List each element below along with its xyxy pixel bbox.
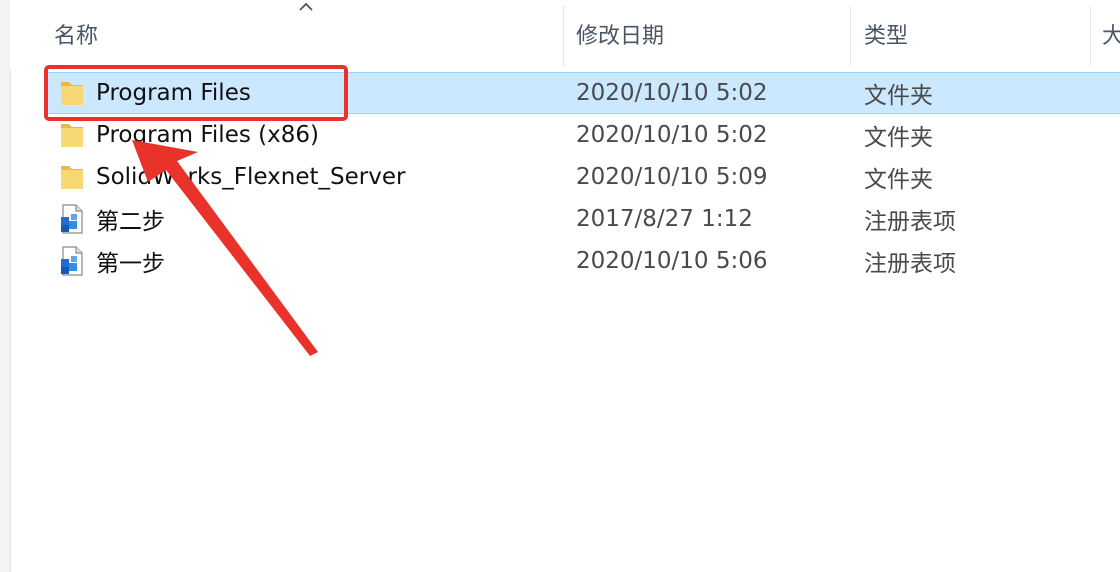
column-divider[interactable] [1090,6,1091,66]
folder-icon [61,124,83,147]
annotation-highlight-box [44,65,348,121]
file-type: 注册表项 [864,251,956,277]
file-date: 2020/10/10 5:02 [576,80,768,106]
column-header-date[interactable]: 修改日期 [576,18,664,50]
file-date: 2020/10/10 5:02 [576,122,768,148]
file-name: SolidWorks_Flexnet_Server [96,164,406,190]
sort-ascending-icon [299,2,313,11]
file-type: 注册表项 [864,209,956,235]
folder-icon [61,166,83,189]
file-row-solidworks-flexnet-server[interactable]: SolidWorks_Flexnet_Server 2020/10/10 5:0… [46,156,1120,198]
file-name: 第二步 [96,209,165,235]
file-row-step-two[interactable]: 第二步 2017/8/27 1:12 注册表项 [46,198,1120,240]
file-date: 2017/8/27 1:12 [576,206,753,232]
column-header-name[interactable]: 名称 [54,18,98,50]
file-type: 文件夹 [864,125,933,151]
file-type: 文件夹 [864,167,933,193]
column-divider[interactable] [850,6,851,66]
column-header-bar: 名称 修改日期 类型 大 [10,0,1120,70]
file-name: 第一步 [96,251,165,277]
column-header-size[interactable]: 大 [1102,18,1120,50]
file-type: 文件夹 [864,83,933,109]
registry-file-icon [61,204,83,234]
column-divider[interactable] [563,6,564,66]
column-header-type[interactable]: 类型 [864,18,908,50]
navigation-pane-edge [0,0,11,572]
file-date: 2020/10/10 5:09 [576,164,768,190]
file-name: Program Files (x86) [96,122,319,148]
file-date: 2020/10/10 5:06 [576,248,768,274]
file-row-step-one[interactable]: 第一步 2020/10/10 5:06 注册表项 [46,240,1120,282]
registry-file-icon [61,246,83,276]
